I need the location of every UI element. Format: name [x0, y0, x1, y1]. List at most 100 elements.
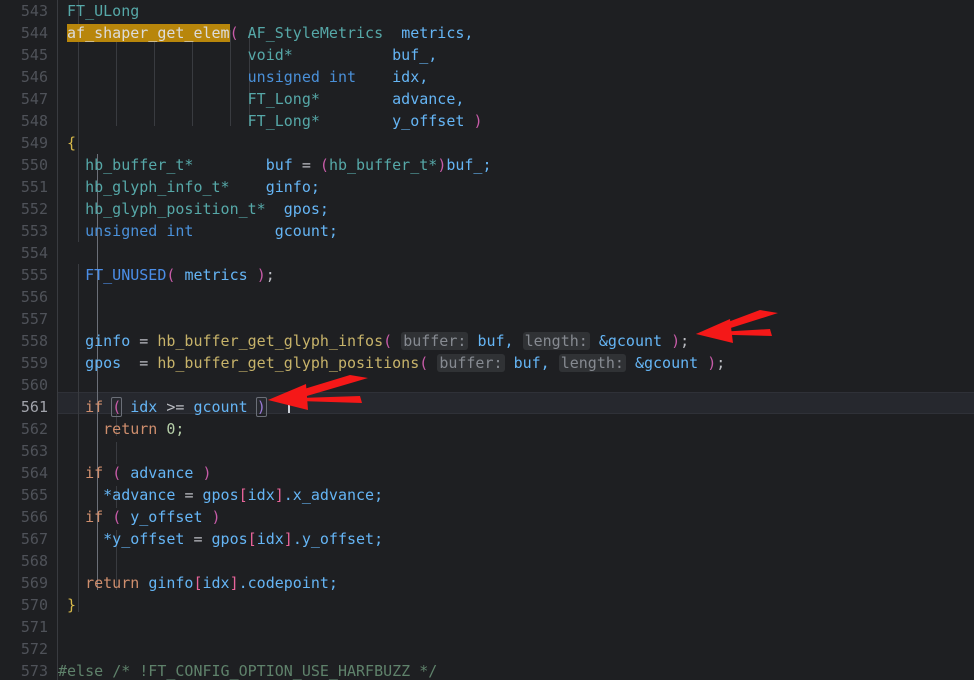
code-line-567[interactable]: *y_offset = gpos[idx].y_offset; [58, 528, 383, 550]
line-number[interactable]: 560 [0, 374, 48, 396]
line-number[interactable]: 554 [0, 242, 48, 264]
code-line-565[interactable]: *advance = gpos[idx].x_advance; [58, 484, 383, 506]
line-number[interactable]: 552 [0, 198, 48, 220]
text-caret [288, 393, 290, 413]
line-number[interactable]: 570 [0, 594, 48, 616]
token-operator: = [139, 332, 149, 350]
line-number[interactable]: 557 [0, 308, 48, 330]
token-variable-deref: *y_offset [103, 530, 185, 548]
code-line-561[interactable]: if ( idx >= gcount ) [58, 396, 267, 418]
line-number[interactable]: 568 [0, 550, 48, 572]
line-number[interactable]: 563 [0, 440, 48, 462]
inlay-hint-buffer[interactable]: buffer: [437, 354, 505, 372]
code-line-569[interactable]: return ginfo[idx].codepoint; [58, 572, 338, 594]
token-paren-close: ) [211, 508, 221, 526]
token-variable-deref: *advance [103, 486, 176, 504]
token-macro-name: FT_UNUSED [85, 266, 167, 284]
inlay-hint-buffer[interactable]: buffer: [401, 332, 469, 350]
code-line-570[interactable]: } [58, 594, 76, 616]
code-line-562[interactable]: return 0; [58, 418, 184, 440]
code-line-566[interactable]: if ( y_offset ) [58, 506, 221, 528]
token-brace-close: } [67, 596, 77, 614]
code-line-543[interactable]: FT_ULong [58, 0, 139, 22]
line-number[interactable]: 565 [0, 484, 48, 506]
code-line-564[interactable]: if ( advance ) [58, 462, 211, 484]
token-variable: buf_; [446, 156, 492, 174]
line-number[interactable]: 548 [0, 110, 48, 132]
code-line-547[interactable]: FT_Long* advance, [58, 88, 465, 110]
token-function-call[interactable]: hb_buffer_get_glyph_positions [157, 354, 419, 372]
token-paren-open: ( [383, 332, 393, 350]
line-number[interactable]: 572 [0, 638, 48, 660]
line-number[interactable]: 544 [0, 22, 48, 44]
token-variable: gpos [85, 354, 122, 372]
code-editor[interactable]: 543 544 545 546 547 548 549 550 551 552 … [0, 0, 974, 680]
line-number[interactable]: 566 [0, 506, 48, 528]
line-number[interactable]: 559 [0, 352, 48, 374]
line-number[interactable]: 546 [0, 66, 48, 88]
token-argument: &gcount [634, 354, 699, 372]
token-argument: metrics [184, 266, 248, 284]
token-bracket-open: [ [247, 530, 257, 548]
token-comment: /* !FT_CONFIG_OPTION_USE_HARFBUZZ */ [112, 662, 438, 680]
code-line-550[interactable]: hb_buffer_t* buf = (hb_buffer_t*)buf_; [58, 154, 492, 176]
line-number[interactable]: 571 [0, 616, 48, 638]
line-number[interactable]: 558 [0, 330, 48, 352]
code-line-545[interactable]: void* buf_, [58, 44, 438, 66]
line-number[interactable]: 556 [0, 286, 48, 308]
line-number[interactable]: 551 [0, 176, 48, 198]
token-operator: = [139, 354, 149, 372]
token-paren-close: ) [707, 354, 717, 372]
token-function-call[interactable]: hb_buffer_get_glyph_infos [157, 332, 383, 350]
line-number[interactable]: 562 [0, 418, 48, 440]
token-variable: buf [265, 156, 293, 174]
line-number[interactable]: 564 [0, 462, 48, 484]
code-line-548[interactable]: FT_Long* y_offset ) [58, 110, 483, 132]
token-bracket-close: ] [274, 486, 284, 504]
line-number[interactable]: 547 [0, 88, 48, 110]
line-number[interactable]: 549 [0, 132, 48, 154]
inlay-hint-length[interactable]: length: [558, 354, 626, 372]
token-operator: = [193, 530, 203, 548]
code-content[interactable]: FT_ULong af_shaper_get_elem( AF_StyleMet… [58, 0, 974, 680]
token-variable: ginfo; [265, 178, 320, 196]
inlay-hint-length[interactable]: length: [522, 332, 590, 350]
code-line-573[interactable]: #else /* !FT_CONFIG_OPTION_USE_HARFBUZZ … [58, 660, 437, 680]
line-number-current[interactable]: 561 [0, 396, 48, 418]
code-line-553[interactable]: unsigned int gcount; [58, 220, 338, 242]
token-variable: idx [247, 486, 275, 504]
token-type-name: void* [247, 46, 293, 64]
token-keyword-if: if [85, 464, 104, 482]
token-function-name-highlighted[interactable]: af_shaper_get_elem [67, 24, 230, 42]
token-paren-open: ( [229, 24, 239, 42]
code-line-551[interactable]: hb_glyph_info_t* ginfo; [58, 176, 320, 198]
line-number[interactable]: 543 [0, 0, 48, 22]
line-number[interactable]: 573 [0, 660, 48, 680]
token-type-name: FT_Long* [247, 112, 320, 130]
line-number[interactable]: 550 [0, 154, 48, 176]
token-number: 0; [166, 420, 185, 438]
code-line-559[interactable]: gpos = hb_buffer_get_glyph_positions( bu… [58, 352, 725, 374]
line-number[interactable]: 569 [0, 572, 48, 594]
token-paren-open: ( [112, 508, 122, 526]
token-variable: ginfo [148, 574, 194, 592]
token-field-access: .x_advance; [283, 486, 384, 504]
code-line-552[interactable]: hb_glyph_position_t* gpos; [58, 198, 329, 220]
token-semicolon: ; [265, 266, 275, 284]
line-number[interactable]: 555 [0, 264, 48, 286]
token-type-name: FT_ULong [67, 2, 140, 20]
code-line-546[interactable]: unsigned int idx, [58, 66, 429, 88]
token-paren-close: ) [671, 332, 681, 350]
token-paren-close: ) [256, 266, 266, 284]
code-line-549[interactable]: { [58, 132, 76, 154]
token-operator: >= [166, 398, 185, 416]
line-number[interactable]: 545 [0, 44, 48, 66]
code-line-544[interactable]: af_shaper_get_elem( AF_StyleMetrics metr… [58, 22, 473, 44]
line-number[interactable]: 567 [0, 528, 48, 550]
token-variable: gcount; [274, 222, 338, 240]
code-line-555[interactable]: FT_UNUSED( metrics ); [58, 264, 275, 286]
token-variable: advance [130, 464, 194, 482]
line-number[interactable]: 553 [0, 220, 48, 242]
code-line-558[interactable]: ginfo = hb_buffer_get_glyph_infos( buffe… [58, 330, 689, 352]
token-operator: = [301, 156, 311, 174]
